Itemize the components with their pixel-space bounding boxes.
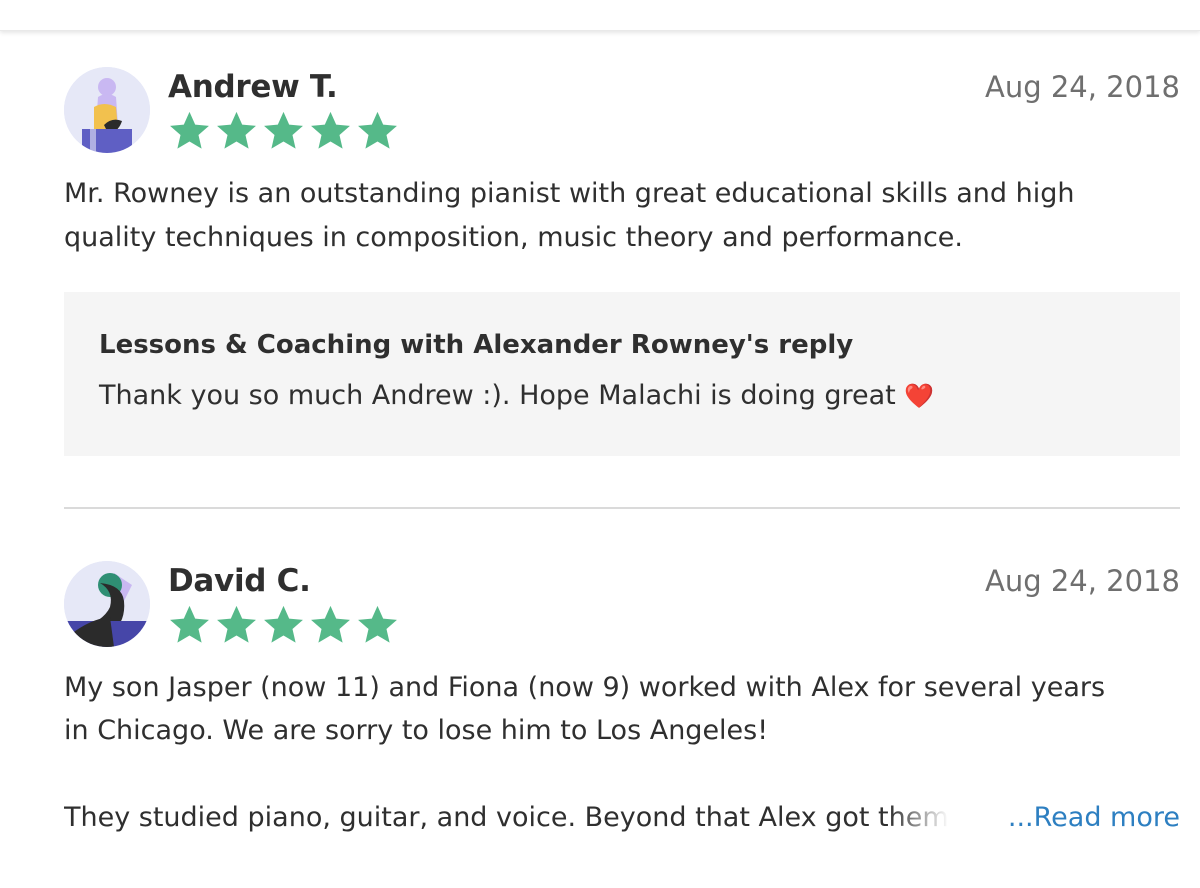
- star-icon: [311, 111, 350, 149]
- star-icon: [264, 111, 303, 149]
- review-text-line: quality techniques in composition, music…: [64, 222, 963, 253]
- heart-icon: ❤️: [904, 382, 935, 410]
- reply-title: Lessons & Coaching with Alexander Rowney…: [99, 330, 854, 360]
- review-card: Andrew T. Aug 24, 2018 Mr. Rowney is an …: [64, 67, 1180, 457]
- text-fade: [888, 796, 949, 840]
- top-bar: [0, 0, 1200, 31]
- star-icon: [358, 111, 397, 149]
- star-rating: [166, 603, 401, 647]
- review-card: David C. Aug 24, 2018 My son Jasper (now…: [64, 561, 1180, 881]
- reviewer-name: Andrew T.: [168, 69, 338, 105]
- star-icon: [170, 111, 209, 149]
- review-divider: [64, 507, 1180, 509]
- review-text-line: Mr. Rowney is an outstanding pianist wit…: [64, 178, 1075, 209]
- reviewer-avatar: [64, 561, 150, 647]
- reply-text: Thank you so much Andrew :). Hope Malach…: [99, 380, 896, 411]
- star-icon: [217, 111, 256, 149]
- star-icon: [358, 605, 397, 643]
- star-icon: [217, 605, 256, 643]
- star-icon: [170, 605, 209, 643]
- star-icon: [311, 605, 350, 643]
- truncated-text: They studied piano, guitar, and voice. B…: [64, 802, 949, 833]
- truncated-text-wrap: They studied piano, guitar, and voice. B…: [64, 796, 949, 840]
- review-text-line: in Chicago. We are sorry to lose him to …: [64, 715, 769, 746]
- review-date: Aug 24, 2018: [985, 564, 1180, 598]
- review-text-line: My son Jasper (now 11) and Fiona (now 9)…: [64, 672, 1106, 703]
- reply-text-container: Thank you so much Andrew :). Hope Malach…: [99, 380, 934, 411]
- reviewer-avatar: [64, 67, 150, 153]
- read-more-link[interactable]: ...Read more: [1003, 796, 1180, 840]
- star-icon: [264, 605, 303, 643]
- owner-reply: Lessons & Coaching with Alexander Rowney…: [64, 292, 1180, 456]
- review-date: Aug 24, 2018: [985, 70, 1180, 104]
- review-text-truncated: They studied piano, guitar, and voice. B…: [64, 796, 999, 840]
- star-rating: [166, 109, 401, 153]
- reviewer-name: David C.: [168, 563, 311, 599]
